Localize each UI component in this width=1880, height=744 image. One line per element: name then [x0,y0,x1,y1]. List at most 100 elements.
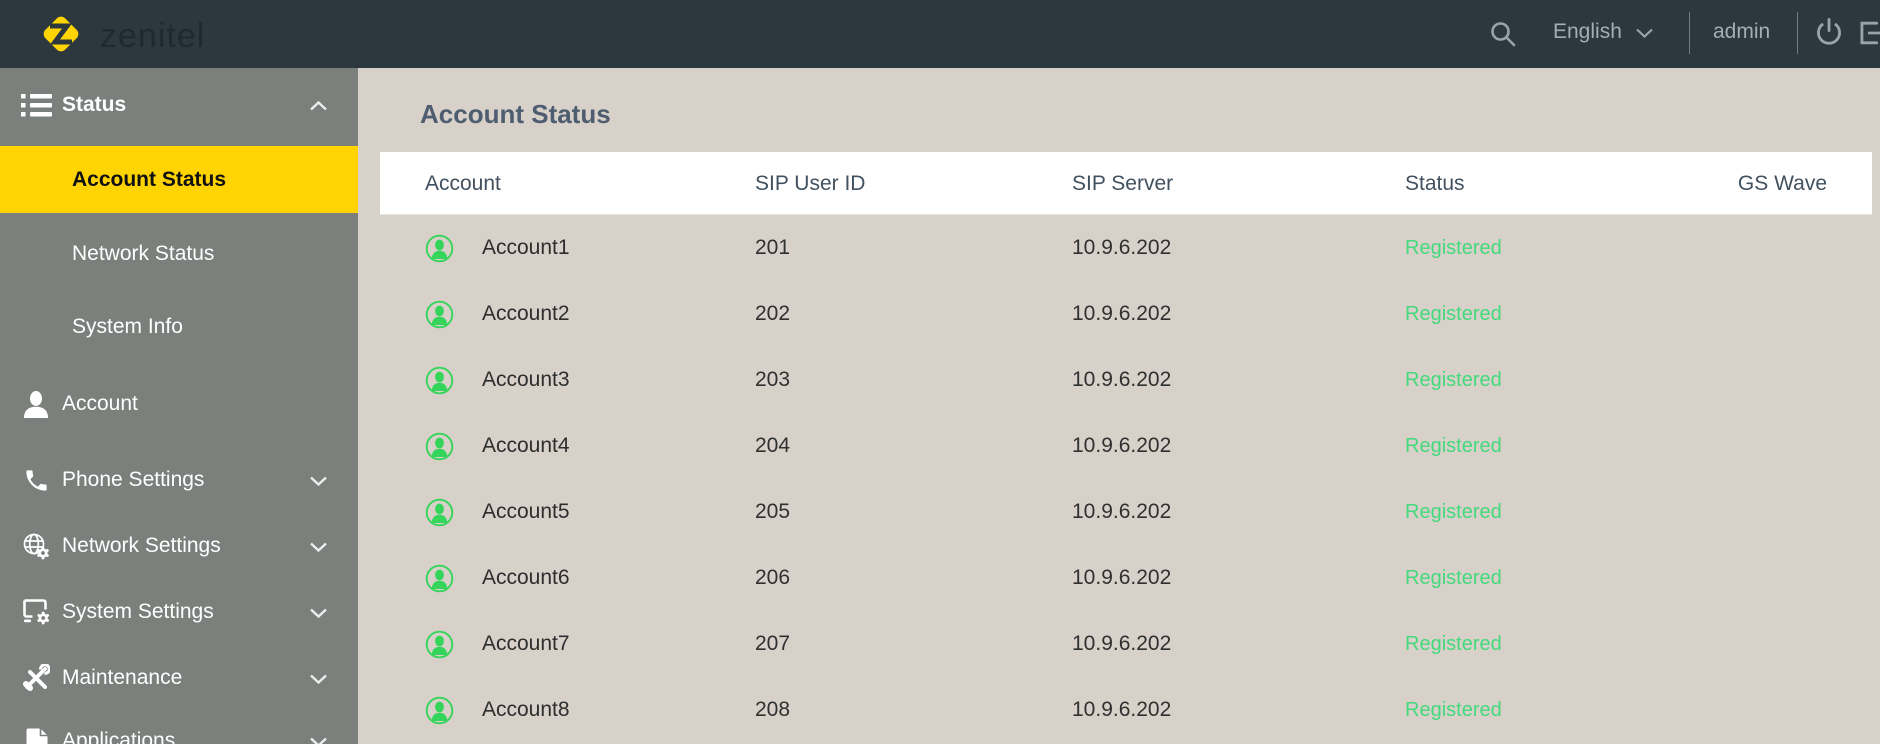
search-button[interactable] [1489,20,1517,51]
sip-server: 10.9.6.202 [1072,566,1172,589]
registration-status: Registered [1405,698,1502,721]
sidebar-item-account-status[interactable]: Account Status [0,146,358,213]
account-name: Account8 [482,698,570,721]
list-icon [18,93,54,118]
person-in-circle-icon [425,347,454,413]
logout-icon [1857,21,1880,52]
sip-user-id: 205 [755,500,791,523]
chevron-down-icon [310,468,327,492]
table-row: Account2 202 10.9.6.202 Registered [380,281,1872,347]
language-selector[interactable]: English [1553,20,1653,44]
sip-server: 10.9.6.202 [1072,302,1172,325]
sip-server: 10.9.6.202 [1072,368,1172,391]
sip-user-id: 203 [755,368,791,391]
globe-gear-icon [18,532,54,561]
account-name: Account5 [482,500,570,523]
tools-icon [18,664,54,692]
person-in-circle-icon [425,611,454,677]
brand-wordmark: zenitel [100,17,206,55]
column-header-account: Account [425,171,501,195]
person-in-circle-icon [425,545,454,611]
sidebar-item-label: Applications [62,729,176,744]
person-in-circle-icon [425,677,454,743]
logout-button[interactable] [1857,17,1880,52]
sidebar-item-label: Phone Settings [62,468,205,491]
sidebar-item-label: Account Status [72,167,227,191]
sidebar-item-maintenance[interactable]: Maintenance [0,645,358,711]
sidebar-item-network-status[interactable]: Network Status [0,220,358,288]
chevron-down-icon [310,729,327,744]
column-header-gs-wave: GS Wave [1737,171,1827,195]
sip-server: 10.9.6.202 [1072,632,1172,655]
user-icon [18,390,54,418]
topbar-divider [1797,12,1798,54]
sidebar-item-applications[interactable]: Applications [0,708,358,744]
sip-server: 10.9.6.202 [1072,236,1172,259]
account-name: Account1 [482,236,570,259]
registration-status: Registered [1405,566,1502,589]
sidebar-item-account[interactable]: Account [0,371,358,437]
registration-status: Registered [1405,236,1502,259]
chevron-down-icon [1636,20,1653,44]
chevron-down-icon [310,666,327,690]
sidebar-item-system-info[interactable]: System Info [0,293,358,361]
document-icon [18,727,54,744]
registration-status: Registered [1405,302,1502,325]
language-label: English [1553,20,1622,43]
registration-status: Registered [1405,500,1502,523]
sidebar-item-label: Maintenance [62,666,183,689]
sip-user-id: 208 [755,698,791,721]
monitor-gear-icon [18,598,54,626]
sidebar-item-status[interactable]: Status [0,68,358,142]
account-name: Account2 [482,302,570,325]
sidebar-item-label: Status [62,93,127,116]
account-name: Account4 [482,434,570,457]
table-row: Account7 207 10.9.6.202 Registered [380,611,1872,677]
column-header-sip-user-id: SIP User ID [755,171,866,195]
sip-user-id: 202 [755,302,791,325]
person-in-circle-icon [425,479,454,545]
sidebar-item-network-settings[interactable]: Network Settings [0,513,358,579]
main-content: Account Status Account SIP User ID SIP S… [358,68,1880,744]
table-row: Account1 201 10.9.6.202 Registered [380,215,1872,281]
table-row: Account4 204 10.9.6.202 Registered [380,413,1872,479]
table-row: Account8 208 10.9.6.202 Registered [380,677,1872,743]
zenitel-logo-icon [34,7,88,66]
sip-server: 10.9.6.202 [1072,434,1172,457]
sidebar-item-label: System Info [72,315,183,338]
person-in-circle-icon [425,215,454,281]
column-header-status: Status [1405,171,1465,195]
person-in-circle-icon [425,281,454,347]
account-table-body: Account1 201 10.9.6.202 Registered Accou… [380,215,1872,743]
sip-user-id: 206 [755,566,791,589]
registration-status: Registered [1405,632,1502,655]
topbar-divider [1689,12,1690,54]
table-row: Account6 206 10.9.6.202 Registered [380,545,1872,611]
registration-status: Registered [1405,368,1502,391]
chevron-down-icon [310,534,327,558]
sidebar-item-label: Network Settings [62,534,221,557]
sip-user-id: 201 [755,236,791,259]
table-row: Account3 203 10.9.6.202 Registered [380,347,1872,413]
sip-server: 10.9.6.202 [1072,698,1172,721]
sip-server: 10.9.6.202 [1072,500,1172,523]
sip-user-id: 207 [755,632,791,655]
power-icon [1814,18,1844,52]
topbar: zenitel English admin [0,0,1880,68]
power-button[interactable] [1814,17,1844,52]
page-title: Account Status [420,99,611,129]
sip-user-id: 204 [755,434,791,457]
search-icon [1489,22,1517,51]
sidebar-item-phone-settings[interactable]: Phone Settings [0,447,358,513]
sidebar-item-system-settings[interactable]: System Settings [0,579,358,645]
user-menu[interactable]: admin [1713,20,1770,44]
account-name: Account7 [482,632,570,655]
account-name: Account3 [482,368,570,391]
brand: zenitel [34,7,205,66]
account-name: Account6 [482,566,570,589]
sidebar-item-label: Network Status [72,242,215,265]
registration-status: Registered [1405,434,1502,457]
phone-icon [18,467,54,494]
person-in-circle-icon [425,413,454,479]
table-row: Account5 205 10.9.6.202 Registered [380,479,1872,545]
